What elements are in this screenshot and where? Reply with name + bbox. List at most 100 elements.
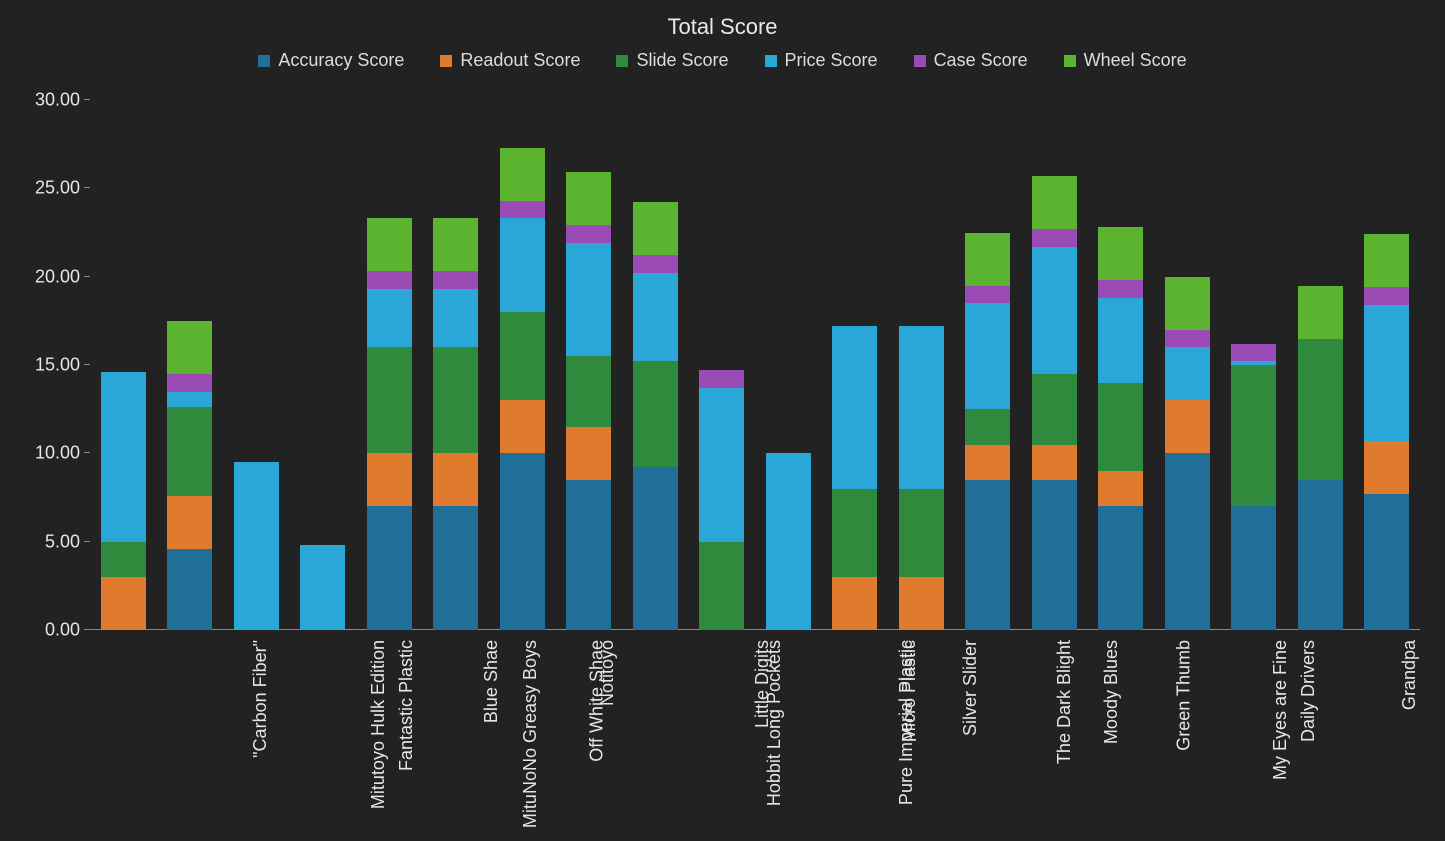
legend-swatch — [914, 55, 926, 67]
bar-segment — [367, 218, 412, 271]
bar-segment — [433, 218, 478, 271]
y-tick-label: 5.00 — [20, 531, 80, 552]
legend-item: Slide Score — [616, 50, 728, 71]
bar-segment — [167, 496, 212, 549]
bar-segment — [1364, 305, 1409, 441]
x-tick-label: Silver Slider — [960, 640, 981, 736]
bar-segment — [1098, 227, 1143, 280]
legend-swatch — [616, 55, 628, 67]
legend-label: Accuracy Score — [278, 50, 404, 71]
bar-segment — [367, 453, 412, 506]
bar-segment — [500, 453, 545, 630]
bar-segment — [500, 312, 545, 400]
bar-segment — [1098, 471, 1143, 506]
bar-segment — [167, 549, 212, 630]
bar-segment — [633, 361, 678, 467]
bar-segment — [1165, 277, 1210, 330]
bar-segment — [832, 326, 877, 489]
y-tick-mark — [84, 187, 90, 188]
y-tick-label: 30.00 — [20, 90, 80, 111]
bar-segment — [167, 321, 212, 374]
bar-segment — [1364, 234, 1409, 287]
bar-segment — [433, 506, 478, 630]
bar-segment — [965, 445, 1010, 480]
bar-segment — [766, 453, 811, 630]
y-tick-label: 25.00 — [20, 178, 80, 199]
bar-segment — [965, 409, 1010, 444]
bar-segment — [699, 370, 744, 388]
bar-segment — [367, 271, 412, 289]
bars-container — [90, 100, 1420, 630]
bar-segment — [101, 577, 146, 630]
bar-segment — [1231, 506, 1276, 630]
bar-segment — [367, 289, 412, 347]
bar-segment — [1165, 453, 1210, 630]
total-score-chart: Total Score Accuracy Score Readout Score S… — [0, 0, 1445, 841]
bar-segment — [1032, 480, 1077, 630]
x-tick-label: Blue Shae — [481, 640, 502, 723]
bar-segment — [500, 218, 545, 312]
y-tick-mark — [84, 364, 90, 365]
bar-segment — [1032, 445, 1077, 480]
bar-segment — [1098, 506, 1143, 630]
legend-label: Case Score — [934, 50, 1028, 71]
bar-segment — [633, 273, 678, 361]
bar-segment — [101, 372, 146, 542]
bar-segment — [367, 347, 412, 453]
legend-item: Price Score — [765, 50, 878, 71]
bar-segment — [1165, 330, 1210, 348]
bar-segment — [899, 489, 944, 577]
bar-segment — [1165, 347, 1210, 400]
x-tick-label: Grandpa — [1399, 640, 1420, 710]
legend-label: Readout Score — [460, 50, 580, 71]
legend-label: Wheel Score — [1084, 50, 1187, 71]
x-tick-label: Moody Blues — [1101, 640, 1122, 744]
bar-segment — [1298, 339, 1343, 480]
bar-segment — [699, 542, 744, 630]
bar-segment — [1098, 298, 1143, 383]
bar-segment — [965, 303, 1010, 409]
legend-swatch — [258, 55, 270, 67]
bar-segment — [633, 202, 678, 255]
bar-segment — [1165, 400, 1210, 453]
y-tick-label: 0.00 — [20, 620, 80, 641]
x-tick-label: Micro Plastic — [899, 640, 920, 742]
bar-segment — [433, 453, 478, 506]
legend-item: Accuracy Score — [258, 50, 404, 71]
legend-label: Slide Score — [636, 50, 728, 71]
bar-segment — [832, 489, 877, 577]
bar-segment — [1098, 383, 1143, 471]
bar-segment — [566, 427, 611, 480]
bar-segment — [367, 506, 412, 630]
bar-segment — [1231, 365, 1276, 506]
bar-segment — [1032, 229, 1077, 247]
legend-swatch — [1064, 55, 1076, 67]
x-tick-label: "Carbon Fiber" — [250, 640, 271, 758]
bar-segment — [566, 356, 611, 427]
bar-segment — [633, 467, 678, 630]
bar-segment — [566, 172, 611, 225]
bar-segment — [1298, 286, 1343, 339]
bar-segment — [566, 225, 611, 243]
bar-segment — [699, 388, 744, 542]
bar-segment — [300, 545, 345, 630]
y-tick-label: 10.00 — [20, 443, 80, 464]
legend-item: Wheel Score — [1064, 50, 1187, 71]
y-tick-mark — [84, 541, 90, 542]
bar-segment — [633, 255, 678, 273]
bar-segment — [1231, 344, 1276, 362]
legend-item: Readout Score — [440, 50, 580, 71]
bar-segment — [965, 480, 1010, 630]
bar-segment — [167, 392, 212, 408]
bar-segment — [101, 542, 146, 577]
bar-segment — [1231, 361, 1276, 365]
bar-segment — [433, 347, 478, 453]
x-tick-label: Mitutoyo Hulk Edition — [368, 640, 389, 809]
y-tick-label: 15.00 — [20, 355, 80, 376]
bar-segment — [899, 326, 944, 489]
bar-segment — [500, 201, 545, 219]
bar-segment — [566, 480, 611, 630]
x-tick-label: Green Thumb — [1174, 640, 1195, 751]
bar-segment — [234, 462, 279, 630]
chart-title: Total Score — [0, 14, 1445, 40]
